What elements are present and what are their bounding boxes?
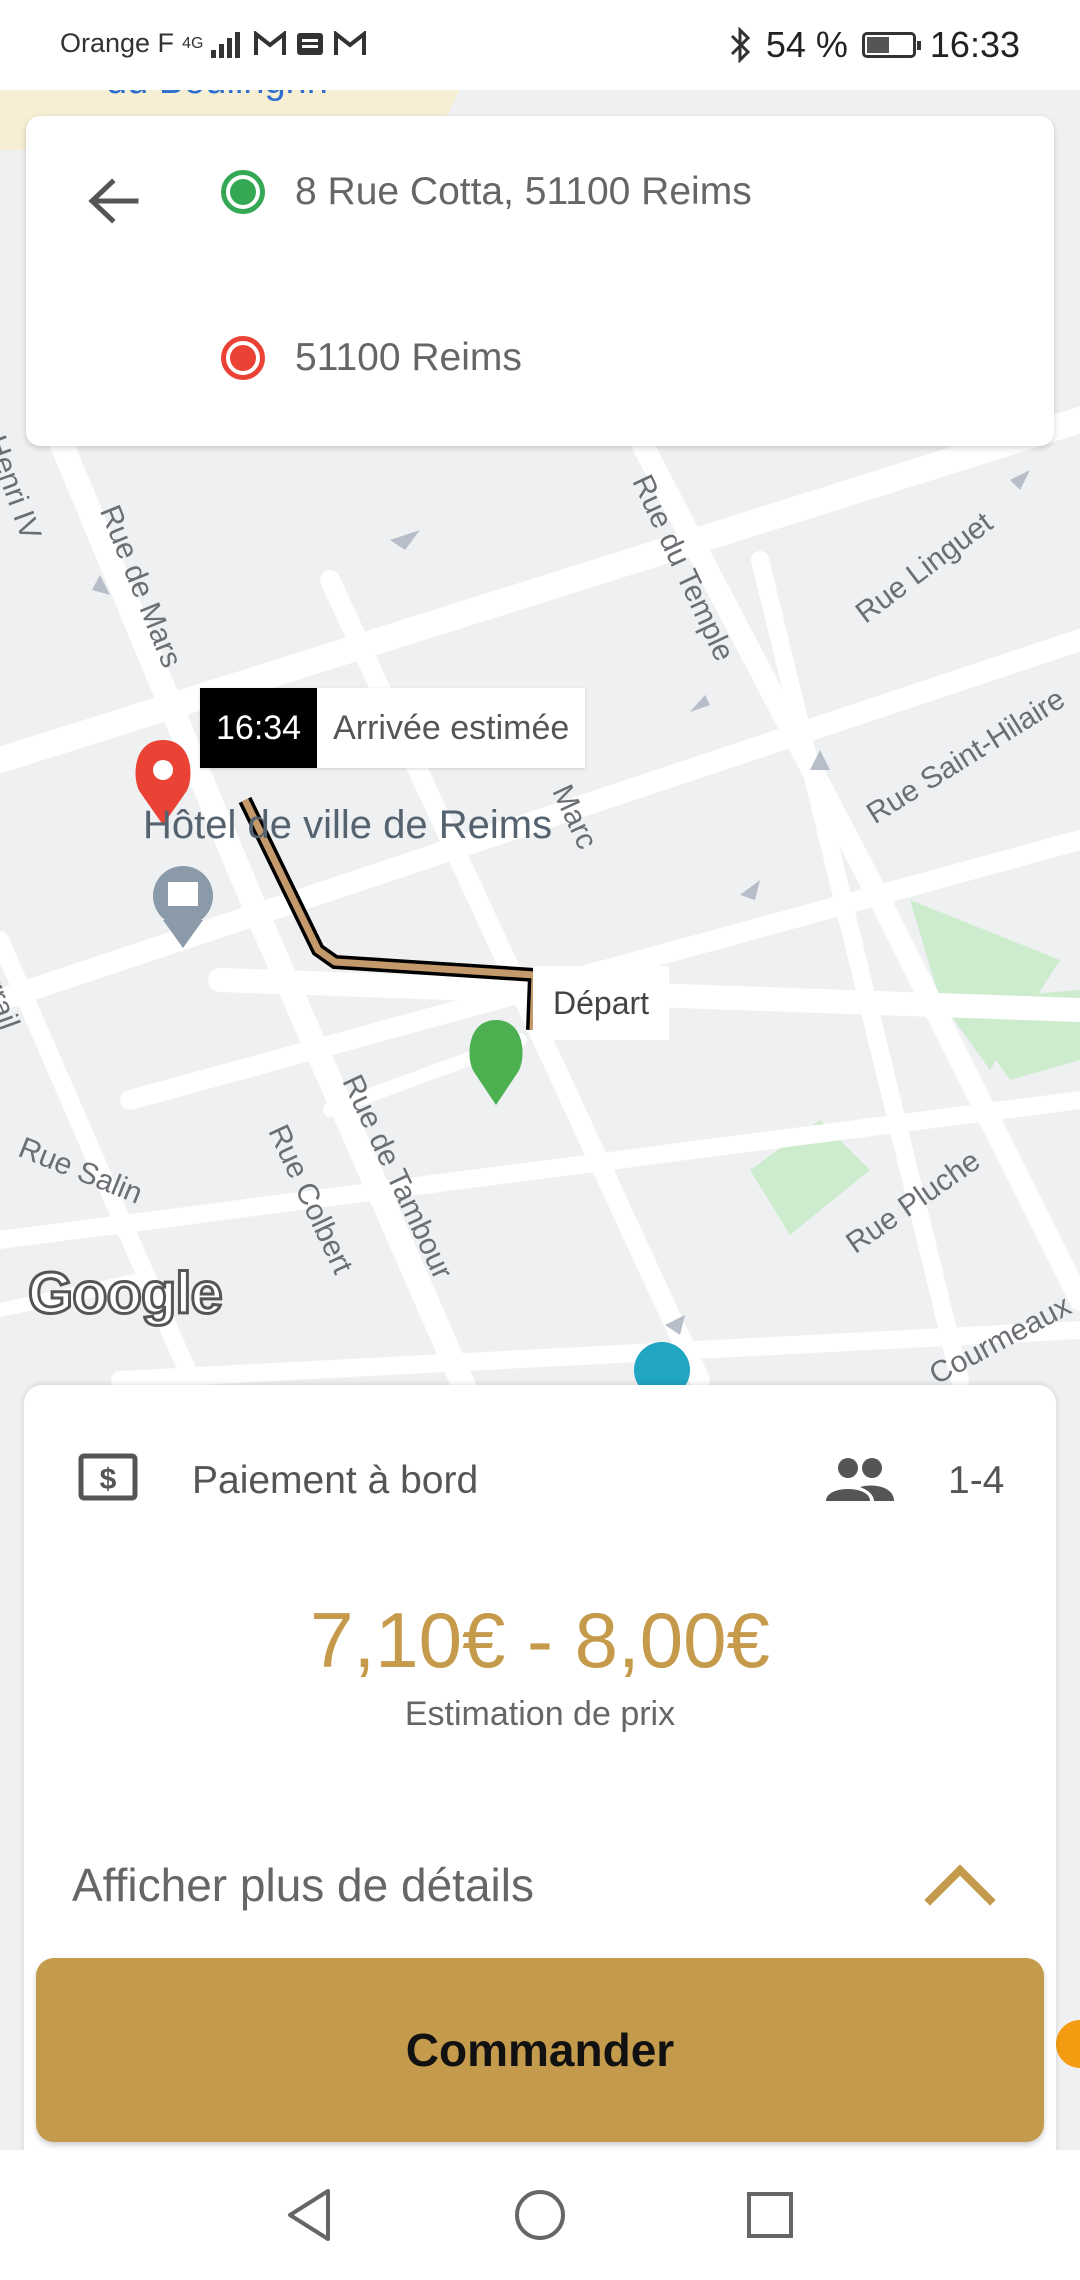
- status-bar: Orange F 4G 54 % 16:33: [0, 0, 1080, 90]
- address-card: 8 Rue Cotta, 51100 Reims 51100 Reims: [26, 116, 1054, 446]
- people-icon: [826, 1458, 894, 1501]
- arrow-left-icon[interactable]: [80, 166, 150, 236]
- destination-address: 51100 Reims: [295, 336, 522, 379]
- circle-home-icon[interactable]: [510, 2185, 570, 2245]
- gmail-icon-2: [334, 30, 367, 55]
- show-details-toggle[interactable]: Afficher plus de détails: [24, 1840, 1056, 1930]
- seat-count: 1-4: [948, 1459, 1005, 1502]
- cash-icon: $: [78, 1453, 138, 1501]
- system-nav-bar: [0, 2150, 1080, 2280]
- street-label: du Boulingrin: [106, 90, 328, 103]
- eta-label: Arrivée estimée: [333, 708, 570, 747]
- poi-label[interactable]: Hôtel de ville de Reims: [143, 803, 552, 848]
- origin-address: 8 Rue Cotta, 51100 Reims: [295, 170, 752, 213]
- origin-dot-icon: [221, 170, 265, 214]
- google-logo: Google: [27, 1260, 225, 1328]
- status-right: 54 % 16:33: [728, 24, 1020, 66]
- chevron-up-icon[interactable]: [924, 1854, 996, 1914]
- order-button[interactable]: Commander: [36, 1958, 1044, 2142]
- square-recents-icon[interactable]: [740, 2185, 800, 2245]
- battery-percent: 54 %: [765, 24, 848, 65]
- signal-icon: [211, 31, 241, 58]
- destination-dot-icon: [221, 336, 265, 380]
- clock: 16:33: [929, 24, 1020, 65]
- origin-row[interactable]: 8 Rue Cotta, 51100 Reims: [221, 170, 752, 214]
- price-caption: Estimation de prix: [404, 1695, 676, 1733]
- payment-row: $ Paiement à bord 1-4: [24, 1441, 1056, 1521]
- eta-bubble: 16:34 Arrivée estimée: [200, 688, 586, 768]
- gmail-icon: [254, 30, 287, 55]
- carrier-name: Orange F: [60, 28, 175, 58]
- details-label: Afficher plus de détails: [72, 1859, 534, 1911]
- svg-text:$: $: [100, 1463, 117, 1496]
- message-icon: [297, 32, 324, 55]
- bluetooth-icon: [730, 27, 750, 63]
- status-left: Orange F 4G: [60, 28, 367, 59]
- network-type-icon: 4G: [182, 34, 204, 52]
- triangle-back-icon[interactable]: [280, 2185, 340, 2245]
- payment-label: Paiement à bord: [192, 1459, 479, 1502]
- battery-icon: [861, 32, 921, 58]
- departure-label: Départ: [533, 966, 670, 1040]
- price-estimate: 7,10€ - 8,00€: [310, 1596, 770, 1684]
- eta-time: 16:34: [200, 688, 318, 768]
- destination-row[interactable]: 51100 Reims: [221, 336, 522, 380]
